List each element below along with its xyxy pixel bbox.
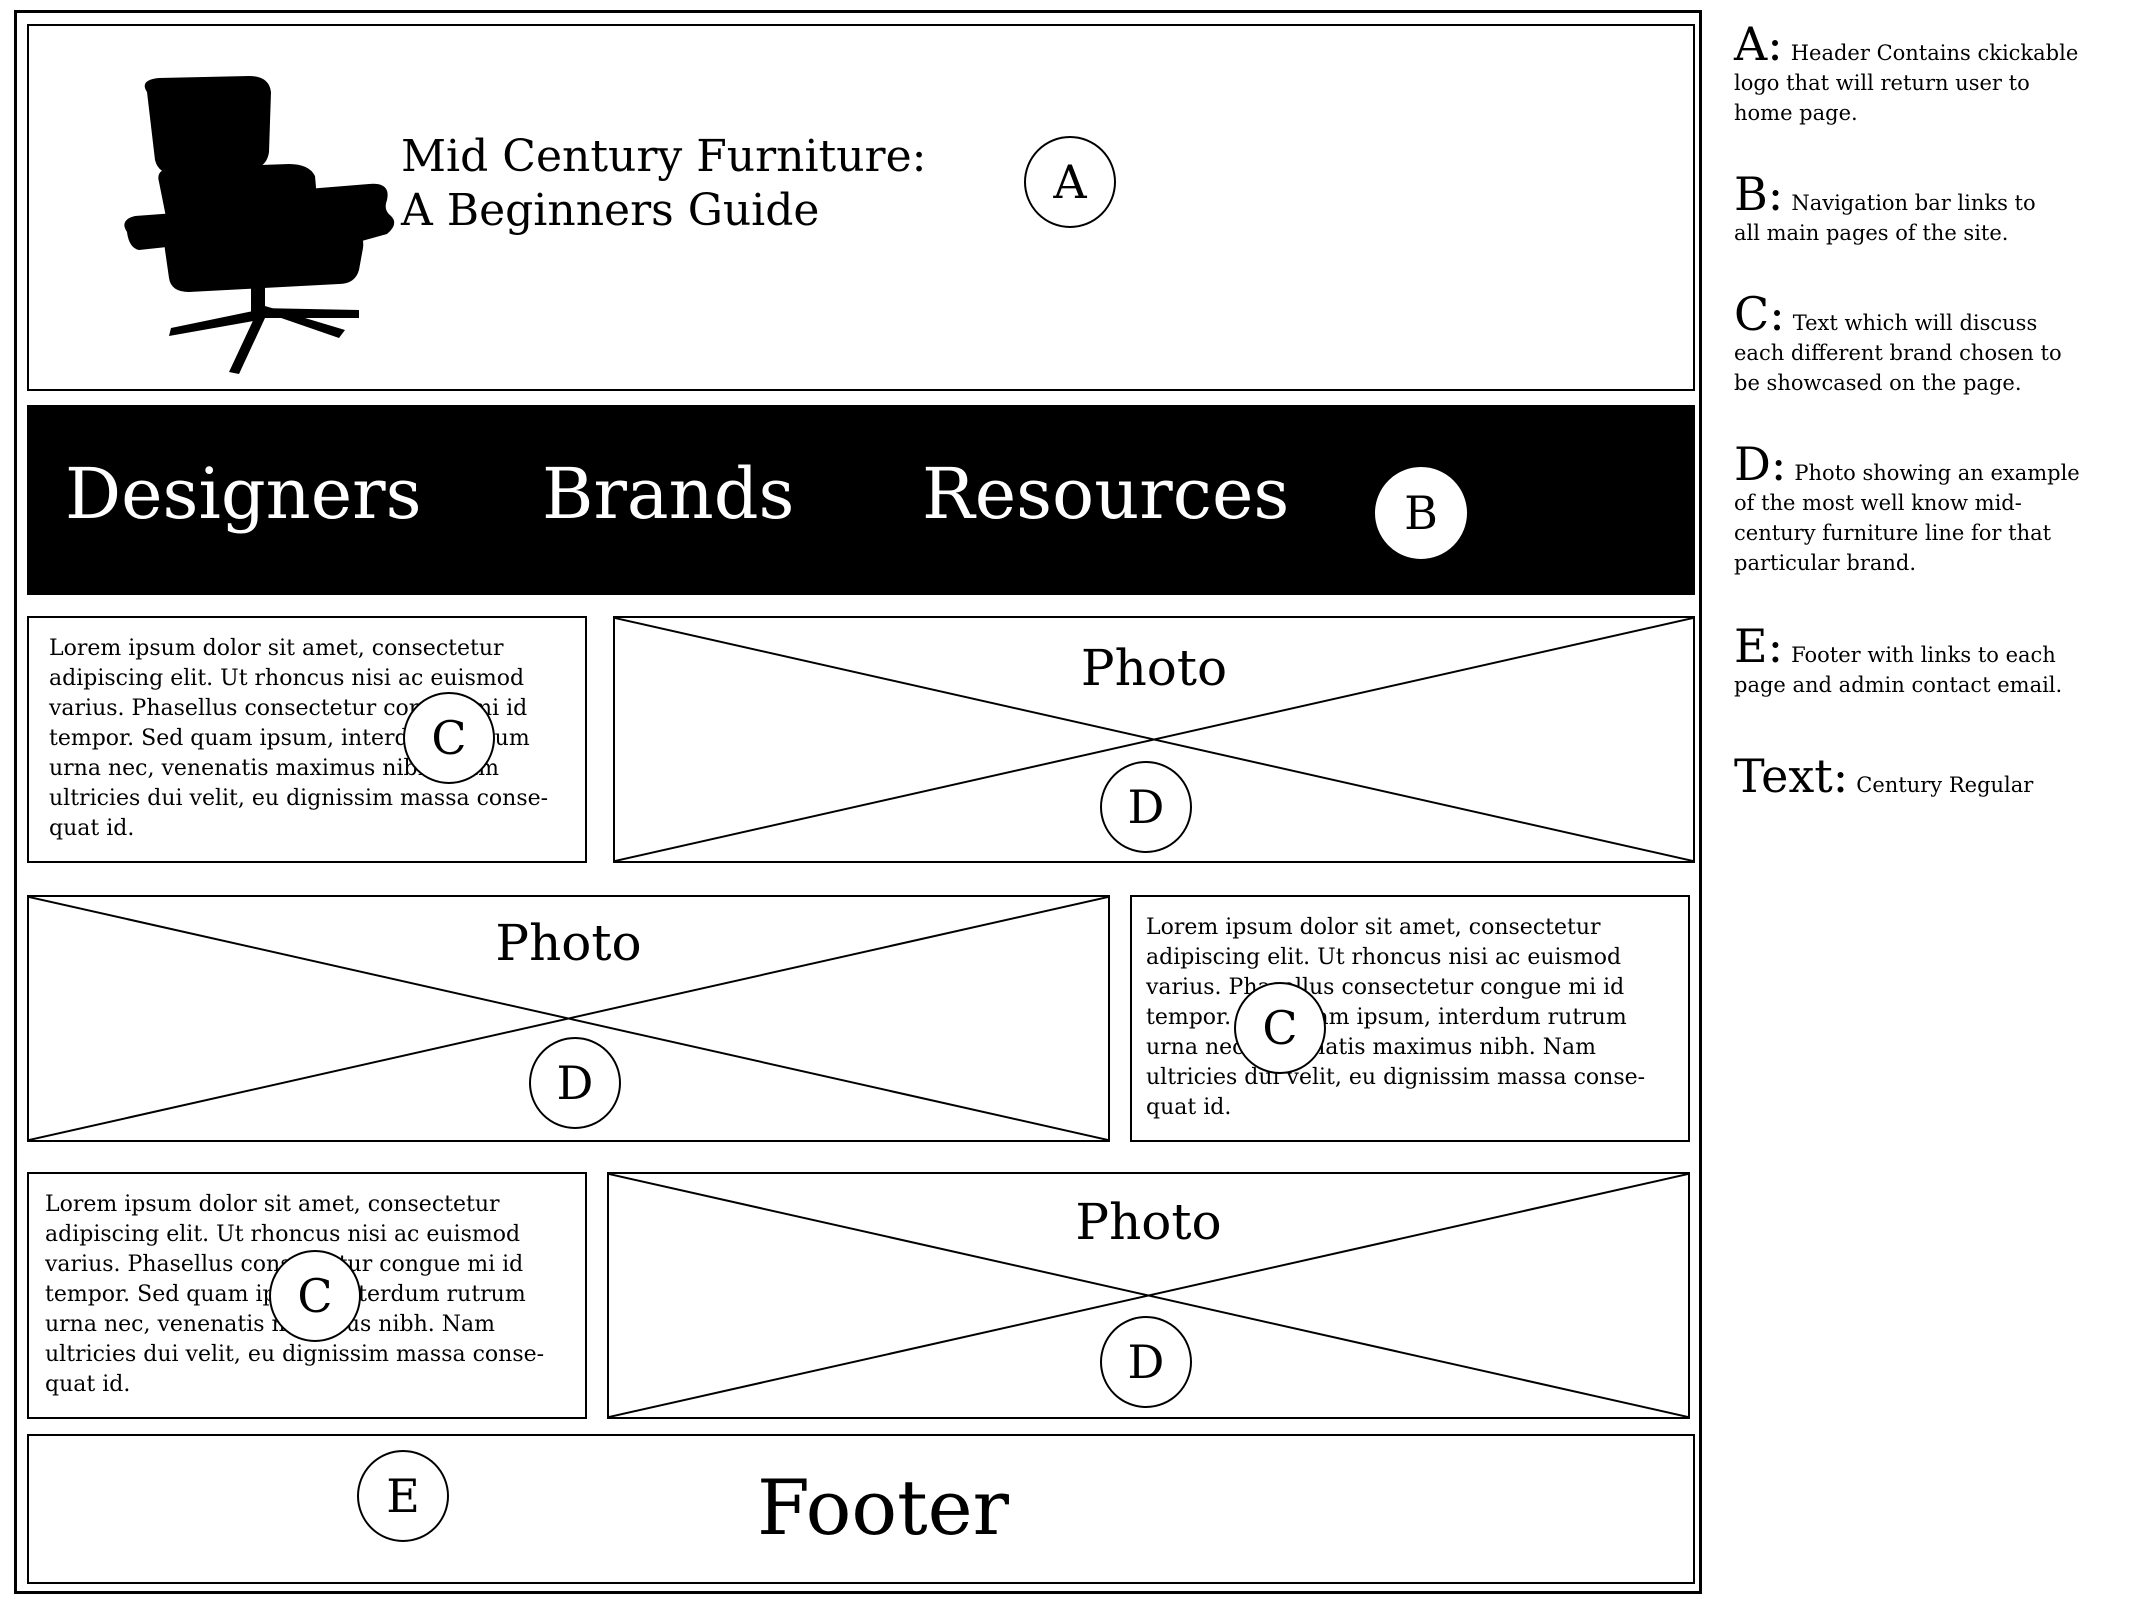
footer: Footer E xyxy=(27,1434,1695,1584)
text-line: ultricies dui velit, eu dignissim massa … xyxy=(1146,1065,1646,1090)
navigation-bar: Designers Brands Resources B xyxy=(27,405,1695,595)
text-line: Lorem ipsum dolor sit amet, consectetur xyxy=(1146,915,1601,940)
legend-text: all main pages of the site. xyxy=(1734,221,2009,245)
legend-text: Footer with links to each xyxy=(1791,643,2056,667)
footer-label[interactable]: Footer xyxy=(29,1458,1697,1558)
legend-text: Photo showing an example xyxy=(1794,461,2080,485)
annotation-marker-b: B xyxy=(1375,467,1467,559)
legend-key: E: xyxy=(1734,619,1784,673)
text-line: adipiscing elit. Ut rhoncus nisi ac euis… xyxy=(1146,945,1622,970)
legend-key: B: xyxy=(1734,167,1784,221)
photo-label: Photo xyxy=(1075,1193,1222,1251)
text-line: tempor. Sed quam ipsum, interdum rutrum xyxy=(1146,1005,1627,1030)
legend-text: of the most well know mid- xyxy=(1734,491,2022,515)
legend-item-text: Text: Century Regular xyxy=(1734,753,2124,800)
brand-text-1: Lorem ipsum dolor sit amet, consectetur … xyxy=(49,634,579,844)
text-line: quat id. xyxy=(49,816,135,841)
text-line: quat id. xyxy=(45,1372,131,1397)
text-line: varius. Phasellus consectetur congue mi … xyxy=(1146,975,1625,1000)
brand-photo-3: Photo D xyxy=(607,1172,1690,1419)
legend-text: each different brand chosen to xyxy=(1734,341,2062,365)
text-line: tempor. Sed quam ipsum, interdum rutrum xyxy=(49,726,530,751)
text-line: quat id. xyxy=(1146,1095,1232,1120)
text-line: adipiscing elit. Ut rhoncus nisi ac euis… xyxy=(49,666,525,691)
text-line: adipiscing elit. Ut rhoncus nisi ac euis… xyxy=(45,1222,521,1247)
legend-item-a: A: Header Contains ckickable logo that wi… xyxy=(1734,21,2124,128)
legend-key: Text: xyxy=(1734,749,1849,803)
legend-text: Navigation bar links to xyxy=(1791,191,2036,215)
legend-text: logo that will return user to xyxy=(1734,71,2030,95)
annotation-marker-d: D xyxy=(1100,1316,1192,1408)
brand-text-block-3: Lorem ipsum dolor sit amet, consectetur … xyxy=(27,1172,587,1419)
nav-item-designers[interactable]: Designers xyxy=(65,449,422,539)
nav-item-resources[interactable]: Resources xyxy=(922,449,1289,539)
photo-label: Photo xyxy=(495,914,642,972)
brand-text-block-2: Lorem ipsum dolor sit amet, consectetur … xyxy=(1130,895,1690,1142)
text-line: varius. Phasellus consectetur congue mi … xyxy=(49,696,528,721)
annotation-marker-d: D xyxy=(529,1037,621,1129)
legend-text: Text which will discuss xyxy=(1792,311,2038,335)
legend-text: Header Contains ckickable xyxy=(1790,41,2079,65)
text-line: Lorem ipsum dolor sit amet, consectetur xyxy=(45,1192,500,1217)
legend-key: D: xyxy=(1734,437,1787,491)
annotation-marker-d: D xyxy=(1100,761,1192,853)
legend-item-b: B: Navigation bar links to all main pages… xyxy=(1734,171,2124,248)
legend-text: particular brand. xyxy=(1734,551,1917,575)
text-line: urna nec, venenatis maximus nibh. Nam xyxy=(49,756,499,781)
annotation-marker-c: C xyxy=(403,692,495,784)
legend-text: home page. xyxy=(1734,101,1858,125)
legend-text: century furniture line for that xyxy=(1734,521,2052,545)
legend-text: be showcased on the page. xyxy=(1734,371,2022,395)
text-line: ultricies dui velit, eu dignissim massa … xyxy=(49,786,549,811)
legend-text: page and admin contact email. xyxy=(1734,673,2063,697)
legend-item-e: E: Footer with links to each page and adm… xyxy=(1734,623,2124,700)
legend-item-c: C: Text which will discuss each different… xyxy=(1734,291,2124,398)
annotation-marker-c: C xyxy=(1234,982,1326,1074)
site-title-line-2: A Beginners Guide xyxy=(401,185,820,236)
brand-text-2: Lorem ipsum dolor sit amet, consectetur … xyxy=(1146,913,1686,1123)
brand-photo-1: Photo D xyxy=(613,616,1695,863)
annotation-marker-a: A xyxy=(1024,136,1116,228)
header: Mid Century Furniture: A Beginners Guide… xyxy=(27,24,1695,391)
text-line: Lorem ipsum dolor sit amet, consectetur xyxy=(49,636,504,661)
brand-photo-2: Photo D xyxy=(27,895,1110,1142)
lounge-chair-icon[interactable] xyxy=(119,72,419,378)
site-title: Mid Century Furniture: A Beginners Guide xyxy=(401,130,926,238)
text-line: urna nec, venenatis maximus nibh. Nam xyxy=(1146,1035,1596,1060)
legend-item-d: D: Photo showing an example of the most w… xyxy=(1734,441,2124,578)
photo-label: Photo xyxy=(1080,639,1228,697)
text-line: ultricies dui velit, eu dignissim massa … xyxy=(45,1342,545,1367)
brand-text-block-1: Lorem ipsum dolor sit amet, consectetur … xyxy=(27,616,587,863)
legend-text: Century Regular xyxy=(1856,773,2034,797)
annotation-marker-c: C xyxy=(269,1250,361,1342)
legend-key: A: xyxy=(1734,17,1783,71)
annotation-marker-e: E xyxy=(357,1450,449,1542)
nav-item-brands[interactable]: Brands xyxy=(542,449,794,539)
site-title-line-1: Mid Century Furniture: xyxy=(401,131,927,182)
legend-key: C: xyxy=(1734,287,1785,341)
